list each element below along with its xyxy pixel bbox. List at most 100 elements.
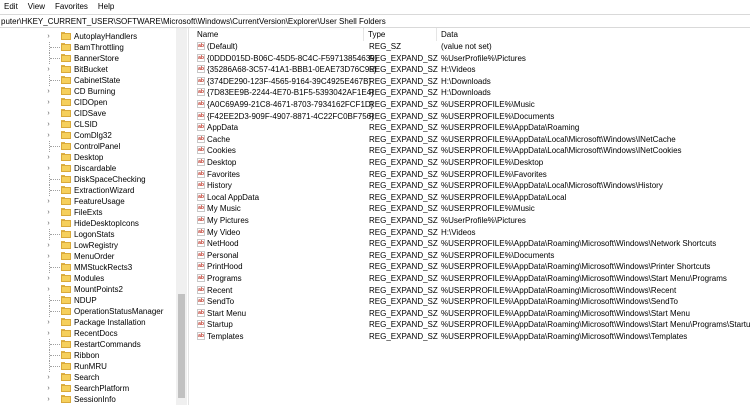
tree-item[interactable]: › MenuOrder	[0, 251, 176, 262]
value-row[interactable]: ab Favorites REG_EXPAND_SZ %USERPROFILE%\Fa…	[193, 169, 750, 180]
tree-item[interactable]: › Search	[0, 372, 176, 383]
menu-help[interactable]: Help	[94, 0, 120, 14]
value-row[interactable]: ab {374DE290-123F-4565-9164-39C4925E467B}…	[193, 76, 750, 87]
tree-item[interactable]: LogonStats	[0, 229, 176, 240]
value-data: %USERPROFILE%\AppData\Local	[441, 192, 567, 202]
tree-item[interactable]: › SessionInfo	[0, 394, 176, 405]
tree-item[interactable]: NDUP	[0, 295, 176, 306]
expand-chevron-icon[interactable]: ›	[45, 242, 52, 249]
value-data: %UserProfile%\Pictures	[441, 53, 526, 63]
tree-item[interactable]: › SearchPlatform	[0, 383, 176, 394]
tree-item[interactable]: › MountPoints2	[0, 284, 176, 295]
value-row[interactable]: ab Recent REG_EXPAND_SZ %USERPROFILE%\AppDa…	[193, 285, 750, 296]
tree-item-label: CD Burning	[74, 87, 116, 96]
folder-icon	[61, 164, 71, 172]
tree-vertical-scrollbar[interactable]	[176, 28, 187, 405]
tree-item[interactable]: › LowRegistry	[0, 240, 176, 251]
expand-chevron-icon[interactable]: ›	[45, 132, 52, 139]
tree-item[interactable]: › FileExts	[0, 207, 176, 218]
expand-chevron-icon[interactable]: ›	[45, 253, 52, 260]
value-row[interactable]: ab {F42EE2D3-909F-4907-8871-4C22FC0BF756}…	[193, 111, 750, 122]
tree-item[interactable]: › ComDlg32	[0, 130, 176, 141]
expand-chevron-icon[interactable]: ›	[45, 121, 52, 128]
tree-item[interactable]: › RecentDocs	[0, 328, 176, 339]
address-bar[interactable]: puter\HKEY_CURRENT_USER\SOFTWARE\Microso…	[0, 14, 750, 28]
value-row[interactable]: ab {7D83EE9B-2244-4E70-B1F5-5393042AF1E4}…	[193, 87, 750, 98]
tree-item[interactable]: › Modules	[0, 273, 176, 284]
value-row[interactable]: ab My Music REG_EXPAND_SZ %USERPROFILE%\Mus…	[193, 203, 750, 214]
value-row[interactable]: ab PrintHood REG_EXPAND_SZ %USERPROFILE%\Ap…	[193, 261, 750, 272]
value-row[interactable]: ab Personal REG_EXPAND_SZ %USERPROFILE%\Doc…	[193, 250, 750, 261]
tree-item[interactable]: › AutoplayHandlers	[0, 31, 176, 42]
value-row[interactable]: ab Cache REG_EXPAND_SZ %USERPROFILE%\AppDat…	[193, 134, 750, 145]
value-type: REG_EXPAND_SZ	[369, 53, 438, 63]
tree-item[interactable]: › Desktop	[0, 152, 176, 163]
expand-chevron-icon[interactable]: ›	[45, 99, 52, 106]
expand-chevron-icon[interactable]: ›	[45, 66, 52, 73]
tree-item[interactable]: BannerStore	[0, 53, 176, 64]
expand-chevron-icon[interactable]: ›	[45, 33, 52, 40]
tree-item[interactable]: OperationStatusManager	[0, 306, 176, 317]
expand-chevron-icon[interactable]: ›	[45, 330, 52, 337]
tree-item-label: BamThrottling	[74, 43, 124, 52]
value-row[interactable]: ab {A0C69A99-21C8-4671-8703-7934162FCF1D}…	[193, 99, 750, 110]
value-row[interactable]: ab NetHood REG_EXPAND_SZ %USERPROFILE%\AppD…	[193, 238, 750, 249]
tree-item[interactable]: ExtractionWizard	[0, 185, 176, 196]
tree-item[interactable]: RestartCommands	[0, 339, 176, 350]
tree-item[interactable]: BamThrottling	[0, 42, 176, 53]
tree-item[interactable]: DiskSpaceChecking	[0, 174, 176, 185]
tree-item[interactable]: › BitBucket	[0, 64, 176, 75]
menu-edit[interactable]: Edit	[0, 0, 24, 14]
value-type: REG_EXPAND_SZ	[369, 204, 438, 214]
expand-chevron-icon[interactable]: ›	[45, 154, 52, 161]
expand-chevron-icon[interactable]: ›	[45, 385, 52, 392]
column-header-name[interactable]: Name	[193, 28, 364, 41]
value-row[interactable]: ab {35286A68-3C57-41A1-BBB1-0EAE73D76C95}…	[193, 64, 750, 75]
scrollbar-thumb[interactable]	[178, 294, 185, 398]
expand-chevron-icon[interactable]: ›	[45, 209, 52, 216]
value-row[interactable]: ab Start Menu REG_EXPAND_SZ %USERPROFILE%\A…	[193, 308, 750, 319]
tree-item[interactable]: › HideDesktopIcons	[0, 218, 176, 229]
expand-chevron-icon[interactable]: ›	[45, 374, 52, 381]
tree-item[interactable]: Ribbon	[0, 350, 176, 361]
value-row[interactable]: ab Startup REG_EXPAND_SZ %USERPROFILE%\AppD…	[193, 319, 750, 330]
tree-item[interactable]: › CLSID	[0, 119, 176, 130]
value-row[interactable]: ab Desktop REG_EXPAND_SZ %USERPROFILE%\Desk…	[193, 157, 750, 168]
column-header-type[interactable]: Type	[364, 28, 437, 41]
value-row[interactable]: ab Local AppData REG_EXPAND_SZ %USERPROFILE…	[193, 192, 750, 203]
expand-chevron-icon[interactable]: ›	[45, 396, 52, 403]
expand-chevron-icon[interactable]: ›	[45, 198, 52, 205]
tree-item[interactable]: › Package Installation	[0, 317, 176, 328]
address-path: puter\HKEY_CURRENT_USER\SOFTWARE\Microso…	[1, 17, 386, 26]
value-row[interactable]: ab Cookies REG_EXPAND_SZ %USERPROFILE%\AppD…	[193, 145, 750, 156]
tree-item[interactable]: ControlPanel	[0, 141, 176, 152]
tree-item[interactable]: MMStuckRects3	[0, 262, 176, 273]
value-data: %USERPROFILE%\Documents	[441, 111, 555, 121]
value-row[interactable]: ab Templates REG_EXPAND_SZ %USERPROFILE%\Ap…	[193, 331, 750, 342]
value-row[interactable]: ab My Video REG_EXPAND_SZ H:\Videos	[193, 227, 750, 238]
tree-item[interactable]: RunMRU	[0, 361, 176, 372]
expand-chevron-icon[interactable]: ›	[45, 110, 52, 117]
value-row[interactable]: ab (Default) REG_SZ (value not set)	[193, 41, 750, 52]
value-row[interactable]: ab SendTo REG_EXPAND_SZ %USERPROFILE%\AppDa…	[193, 296, 750, 307]
column-header-data[interactable]: Data	[437, 28, 750, 41]
expand-chevron-icon[interactable]: ›	[45, 165, 52, 172]
tree-item[interactable]: CabinetState	[0, 75, 176, 86]
menu-favorites[interactable]: Favorites	[51, 0, 94, 14]
tree-item[interactable]: › FeatureUsage	[0, 196, 176, 207]
value-row[interactable]: ab My Pictures REG_EXPAND_SZ %UserProfile%\…	[193, 215, 750, 226]
expand-chevron-icon[interactable]: ›	[45, 88, 52, 95]
value-row[interactable]: ab Programs REG_EXPAND_SZ %USERPROFILE%\App…	[193, 273, 750, 284]
expand-chevron-icon[interactable]: ›	[45, 220, 52, 227]
tree-item[interactable]: › Discardable	[0, 163, 176, 174]
expand-chevron-icon[interactable]: ›	[45, 286, 52, 293]
tree-item[interactable]: › CIDSave	[0, 108, 176, 119]
tree-item[interactable]: › CIDOpen	[0, 97, 176, 108]
value-row[interactable]: ab AppData REG_EXPAND_SZ %USERPROFILE%\AppD…	[193, 122, 750, 133]
expand-chevron-icon[interactable]: ›	[45, 275, 52, 282]
expand-chevron-icon[interactable]: ›	[45, 319, 52, 326]
tree-item[interactable]: › CD Burning	[0, 86, 176, 97]
value-row[interactable]: ab History REG_EXPAND_SZ %USERPROFILE%\AppD…	[193, 180, 750, 191]
menu-view[interactable]: View	[24, 0, 51, 14]
value-row[interactable]: ab {0DDD015D-B06C-45D5-8C4C-F59713854639}…	[193, 53, 750, 64]
